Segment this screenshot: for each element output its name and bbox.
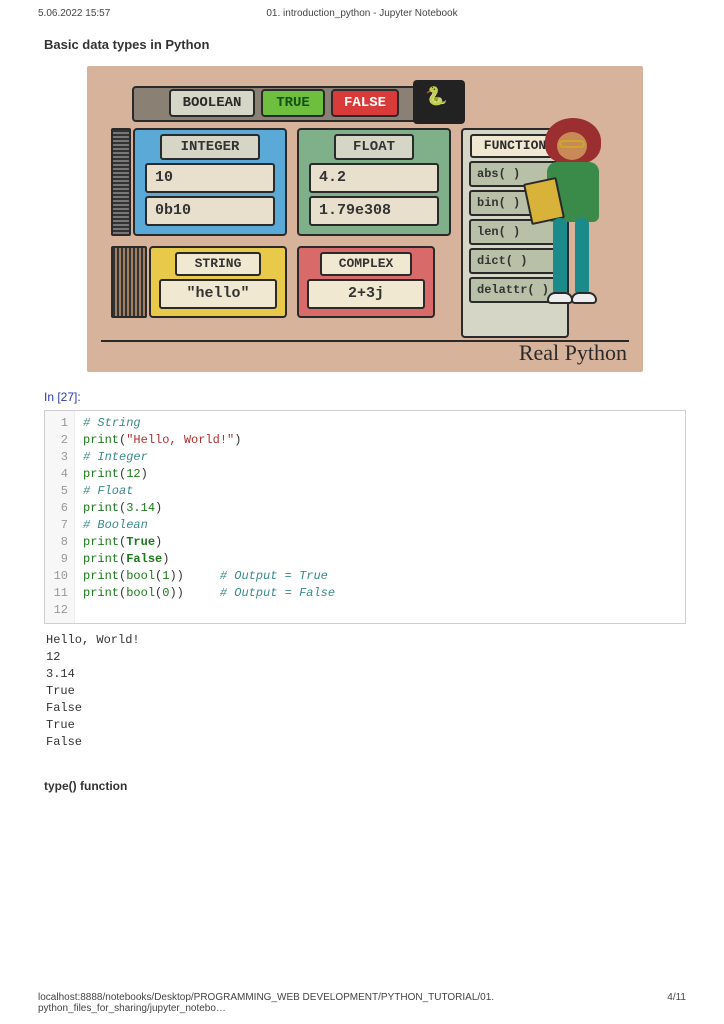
vent-block-1	[111, 128, 131, 236]
complex-panel: COMPLEX 2+3j	[297, 246, 435, 318]
page-footer: localhost:8888/notebooks/Desktop/PROGRAM…	[38, 992, 686, 1014]
vent-block-2	[111, 246, 147, 318]
string-label: STRING	[175, 252, 261, 276]
subsection-heading: type() function	[44, 779, 686, 793]
integer-label: INTEGER	[160, 134, 260, 160]
datatypes-illustration: BOOLEAN TRUE FALSE 🐍 INTEGER 10 0b10 FLO…	[87, 66, 643, 372]
input-prompt: In [27]:	[44, 390, 686, 404]
string-panel: STRING "hello"	[149, 246, 287, 318]
person-illustration	[533, 118, 613, 338]
boolean-true-box: TRUE	[261, 89, 325, 117]
boolean-label: BOOLEAN	[169, 89, 255, 117]
cell-output: Hello, World! 12 3.14 True False True Fa…	[46, 632, 686, 751]
complex-label: COMPLEX	[320, 252, 412, 276]
integer-value-2: 0b10	[145, 196, 275, 226]
code-cell[interactable]: 1 2 3 4 5 6 7 8 9 10 11 12 # String prin…	[44, 410, 686, 624]
code-content[interactable]: # String print("Hello, World!") # Intege…	[75, 411, 343, 623]
page-content: Basic data types in Python BOOLEAN TRUE …	[0, 19, 724, 793]
section-heading: Basic data types in Python	[44, 37, 686, 52]
page-header: 5.06.2022 15:57 01. introduction_python …	[0, 0, 724, 19]
string-value: "hello"	[159, 279, 277, 309]
float-label: FLOAT	[334, 134, 414, 160]
python-logo-icon: 🐍	[425, 86, 447, 107]
float-value-1: 4.2	[309, 163, 439, 193]
float-value-2: 1.79e308	[309, 196, 439, 226]
brand-text: Real Python	[519, 340, 627, 366]
complex-value: 2+3j	[307, 279, 425, 309]
document-title: 01. introduction_python - Jupyter Notebo…	[0, 8, 724, 19]
boolean-false-box: FALSE	[331, 89, 399, 117]
integer-panel: INTEGER 10 0b10	[133, 128, 287, 236]
page-number: 4/11	[667, 992, 686, 1014]
line-number-gutter: 1 2 3 4 5 6 7 8 9 10 11 12	[45, 411, 75, 623]
integer-value-1: 10	[145, 163, 275, 193]
float-panel: FLOAT 4.2 1.79e308	[297, 128, 451, 236]
footer-url: localhost:8888/notebooks/Desktop/PROGRAM…	[38, 992, 667, 1014]
